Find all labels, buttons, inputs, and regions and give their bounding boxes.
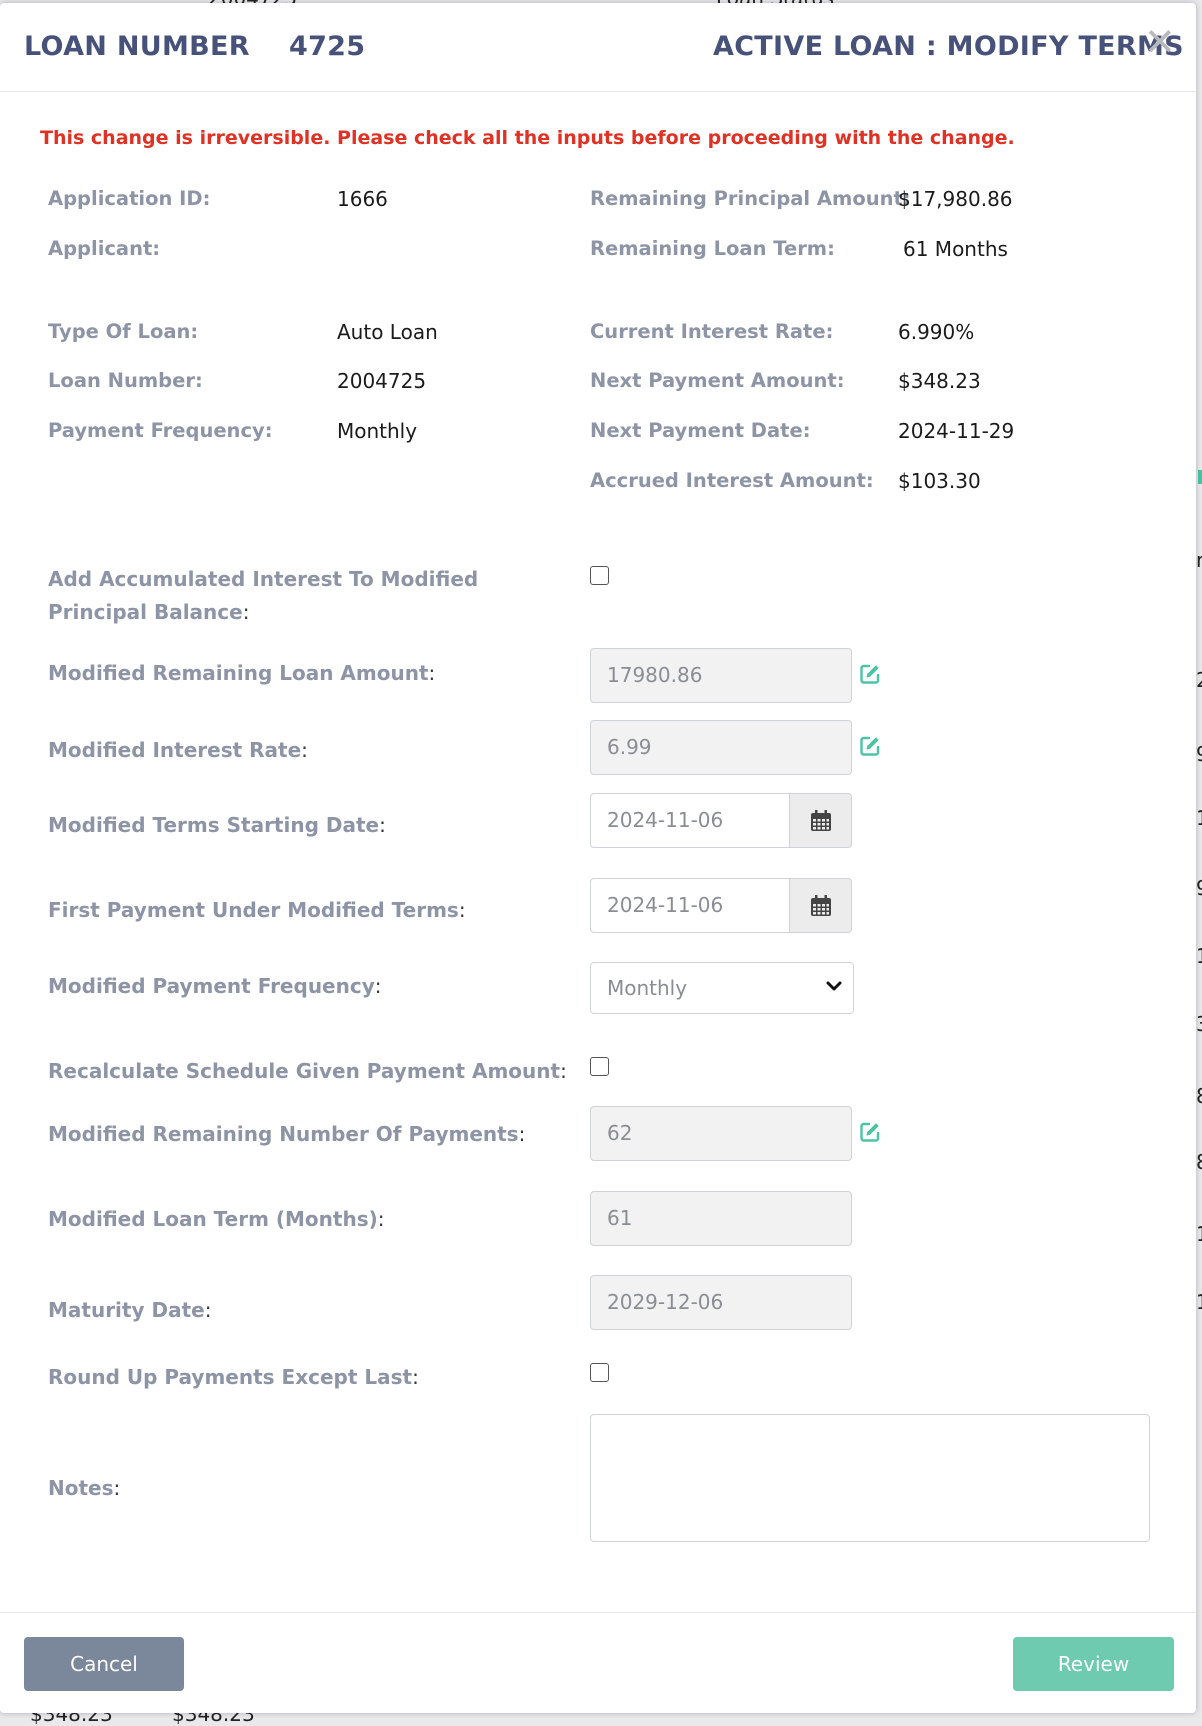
modified-loan-term-label: Modified Loan Term (Months): <box>48 1207 385 1231</box>
application-id-value: 1666 <box>337 187 388 211</box>
remaining-loan-term-label: Remaining Loan Term: <box>590 237 835 260</box>
modified-interest-rate-input[interactable]: 6.99 <box>590 720 852 775</box>
calendar-button[interactable] <box>789 793 852 848</box>
current-interest-rate-label: Current Interest Rate: <box>590 320 834 343</box>
modified-remaining-number-of-payments-input[interactable]: 62 <box>590 1106 852 1161</box>
footer-divider <box>0 1612 1196 1613</box>
modified-payment-frequency-label: Modified Payment Frequency: <box>48 974 382 998</box>
payment-frequency-value: Monthly <box>337 419 418 443</box>
loan-number-value: 4725 <box>289 31 366 62</box>
maturity-date-input[interactable]: 2029-12-06 <box>590 1275 852 1330</box>
remaining-principal-value: $17,980.86 <box>898 187 1013 211</box>
application-id-label: Application ID: <box>48 187 211 210</box>
modified-remaining-number-of-payments-label: Modified Remaining Number Of Payments: <box>48 1122 526 1146</box>
modified-terms-starting-date-label: Modified Terms Starting Date: <box>48 813 386 837</box>
applicant-label: Applicant: <box>48 237 161 260</box>
close-icon[interactable]: ✕ <box>1144 23 1176 61</box>
recalculate-schedule-checkbox[interactable] <box>590 1057 609 1076</box>
edit-icon[interactable] <box>858 734 882 758</box>
calendar-icon <box>810 894 831 916</box>
remaining-principal-label: Remaining Principal Amount: <box>590 187 911 210</box>
current-interest-rate-value: 6.990% <box>898 320 975 344</box>
accrued-interest-label: Accrued Interest Amount: <box>590 469 874 492</box>
notes-textarea[interactable] <box>590 1414 1150 1542</box>
add-accumulated-interest-checkbox[interactable] <box>590 566 609 585</box>
add-accumulated-interest-label: Add Accumulated Interest To Modified Pri… <box>48 567 479 624</box>
modified-remaining-loan-amount-input[interactable]: 17980.86 <box>590 648 852 703</box>
notes-label: Notes: <box>48 1476 121 1500</box>
modified-interest-rate-label: Modified Interest Rate: <box>48 738 308 762</box>
calendar-button[interactable] <box>789 878 852 933</box>
payment-frequency-label: Payment Frequency: <box>48 419 273 442</box>
maturity-date-label: Maturity Date: <box>48 1298 212 1322</box>
loan-number-field-label: Loan Number: <box>48 369 203 392</box>
edit-icon[interactable] <box>858 1120 882 1144</box>
accrued-interest-value: $103.30 <box>898 469 981 493</box>
round-up-payments-label: Round Up Payments Except Last: <box>48 1365 419 1389</box>
loan-number-label: LOAN NUMBER <box>24 31 250 62</box>
cancel-button[interactable]: Cancel <box>24 1637 184 1691</box>
modified-remaining-loan-amount-label: Modified Remaining Loan Amount: <box>48 661 436 685</box>
modified-payment-frequency-select[interactable]: Monthly <box>590 962 854 1014</box>
chevron-down-icon <box>826 981 842 991</box>
calendar-icon <box>810 809 831 831</box>
modal-header: LOAN NUMBER 4725 ACTIVE LOAN : MODIFY TE… <box>0 3 1196 92</box>
next-payment-date-value: 2024-11-29 <box>898 419 1015 443</box>
recalculate-schedule-label: Recalculate Schedule Given Payment Amoun… <box>48 1059 567 1083</box>
type-of-loan-value: Auto Loan <box>337 320 438 344</box>
review-button[interactable]: Review <box>1013 1637 1174 1691</box>
loan-number-field-value: 2004725 <box>337 369 427 393</box>
round-up-payments-checkbox[interactable] <box>590 1363 609 1382</box>
next-payment-date-label: Next Payment Date: <box>590 419 811 442</box>
edit-icon[interactable] <box>858 662 882 686</box>
remaining-loan-term-value: 61 Months <box>903 237 1008 261</box>
first-payment-under-modified-terms-label: First Payment Under Modified Terms: <box>48 898 466 922</box>
modified-loan-term-input[interactable]: 61 <box>590 1191 852 1246</box>
next-payment-amount-label: Next Payment Amount: <box>590 369 845 392</box>
type-of-loan-label: Type Of Loan: <box>48 320 199 343</box>
modify-terms-modal: LOAN NUMBER 4725 ACTIVE LOAN : MODIFY TE… <box>0 3 1196 1713</box>
modified-terms-starting-date-input[interactable]: 2024-11-06 <box>590 793 790 848</box>
modal-title: ACTIVE LOAN : MODIFY TERMS <box>713 31 1184 62</box>
irreversible-warning: This change is irreversible. Please chec… <box>40 127 1015 149</box>
first-payment-date-input[interactable]: 2024-11-06 <box>590 878 790 933</box>
next-payment-amount-value: $348.23 <box>898 369 981 393</box>
